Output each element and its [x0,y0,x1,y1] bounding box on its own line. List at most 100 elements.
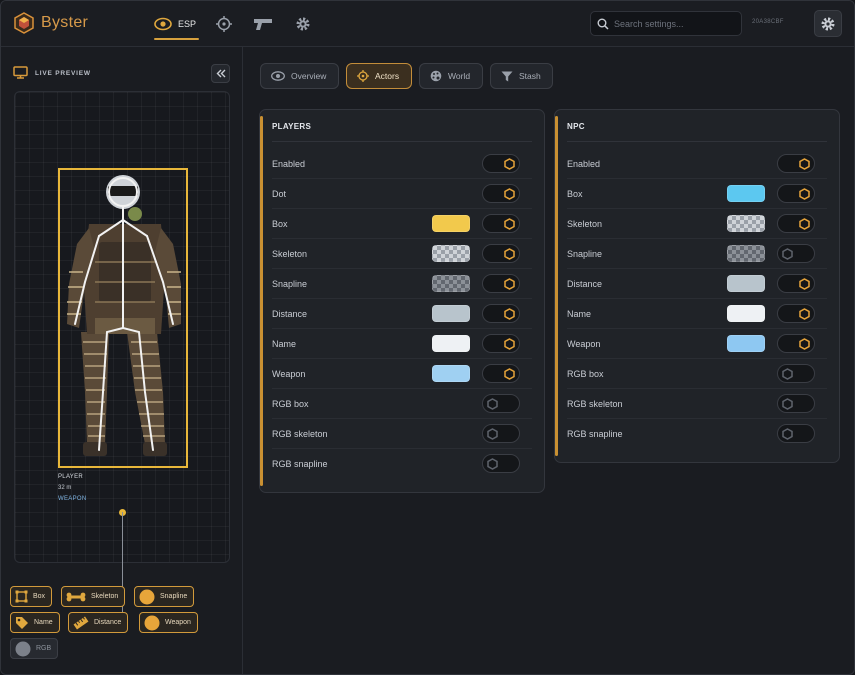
players-row-label: RGB skeleton [272,429,328,439]
tab-actors[interactable]: Actors [346,63,412,89]
npc-row-label: RGB skeleton [567,399,623,409]
toggle-snapline[interactable] [777,244,815,263]
color-swatch-snapline[interactable] [432,275,470,292]
color-swatch-distance[interactable] [432,305,470,322]
npc-row-label: Weapon [567,339,601,349]
toggle-distance[interactable] [777,274,815,293]
npc-title: NPC [567,122,585,131]
color-swatch-distance[interactable] [727,275,765,292]
players-row-name: Name [272,329,532,359]
players-row-snapline: Snapline [272,269,532,299]
toggle-rgb-skeleton[interactable] [482,424,520,443]
chip-rgb[interactable]: RGB [10,638,59,659]
toggle-box[interactable] [777,184,815,203]
players-row-label: RGB snapline [272,459,328,469]
dot-icon [15,641,31,656]
npc-row-distance: Distance [567,269,827,299]
toggle-snapline[interactable] [482,274,520,293]
color-swatch-name[interactable] [432,335,470,352]
chip-box[interactable]: Box [10,586,53,607]
players-row-label: Snapline [272,279,308,289]
tab-esp[interactable]: ESP [154,12,196,36]
collapse-panel-button[interactable] [211,64,230,83]
toggle-skeleton[interactable] [777,214,815,233]
tab-world[interactable]: World [419,63,483,89]
chip-skeleton-label: Skeleton [91,593,119,600]
active-tab-indicator [154,38,199,40]
toggle-rgb-snapline[interactable] [777,424,815,443]
esp-bounding-box [58,168,188,468]
toggle-rgb-box[interactable] [482,394,520,413]
search-input[interactable] [614,18,734,29]
build-id: 20A38CBF [752,19,784,25]
toggle-rgb-skeleton[interactable] [777,394,815,413]
toggle-box[interactable] [482,214,520,233]
tab-aim[interactable] [216,12,232,36]
app-title: Byster [41,14,89,31]
color-swatch-weapon[interactable] [727,335,765,352]
players-row-label: Distance [272,309,308,319]
hexagon-icon [487,397,498,410]
toggle-knob [797,186,812,201]
main-content: Overview Actors World Stash PLAYERS Enab… [244,47,854,674]
tab-stash[interactable]: Stash [490,63,553,89]
hexagon-icon [504,307,515,320]
color-swatch-snapline[interactable] [727,245,765,262]
color-swatch-box[interactable] [432,215,470,232]
toggle-distance[interactable] [482,304,520,323]
color-swatch-box[interactable] [727,185,765,202]
chevrons-left-icon [216,69,225,78]
toggle-enabled[interactable] [777,154,815,173]
toggle-knob [780,246,795,261]
tab-settings[interactable] [295,12,311,36]
color-swatch-skeleton[interactable] [727,215,765,232]
settings-button[interactable] [814,10,842,37]
player-weapon: WEAPON [58,496,87,502]
search-box[interactable] [590,11,742,36]
players-row-skeleton: Skeleton [272,239,532,269]
tab-overview[interactable]: Overview [260,63,339,89]
color-swatch-weapon[interactable] [432,365,470,382]
chip-distance[interactable]: Distance [68,612,129,633]
npc-row-skeleton: Skeleton [567,209,827,239]
npc-row-weapon: Weapon [567,329,827,359]
toggle-rgb-box[interactable] [777,364,815,383]
players-row-label: RGB box [272,399,309,409]
players-row-label: Weapon [272,369,306,379]
hexagon-icon [504,187,515,200]
palette-icon [430,70,442,82]
chip-skeleton[interactable]: Skeleton [61,586,126,607]
color-swatch-skeleton[interactable] [432,245,470,262]
hexagon-icon [504,217,515,230]
toggle-name[interactable] [482,334,520,353]
players-row-weapon: Weapon [272,359,532,389]
tab-weapons[interactable] [253,12,273,36]
npc-row-label: Name [567,309,592,319]
player-distance: 32 m [58,485,72,491]
npc-row-rgb-snapline: RGB snapline [567,419,827,449]
toggle-knob [797,216,812,231]
chip-weapon[interactable]: Weapon [139,612,198,633]
hexagon-icon [782,367,793,380]
crosshair-icon [216,16,232,32]
toggle-weapon[interactable] [482,364,520,383]
toggle-name[interactable] [777,304,815,323]
box-icon [15,590,28,603]
chip-snapline[interactable]: Snapline [134,586,195,607]
players-row-distance: Distance [272,299,532,329]
toggle-knob [797,156,812,171]
toggle-knob [502,156,517,171]
toggle-skeleton[interactable] [482,244,520,263]
color-swatch-name[interactable] [727,305,765,322]
eye-icon [154,17,172,31]
toggle-dot[interactable] [482,184,520,203]
npc-row-label: Enabled [567,159,601,169]
npc-row-box: Box [567,179,827,209]
chip-weapon-label: Weapon [165,619,191,626]
toggle-rgb-snapline[interactable] [482,454,520,473]
toggle-weapon[interactable] [777,334,815,353]
toggle-enabled[interactable] [482,154,520,173]
chip-name[interactable]: Name [10,612,60,633]
tab-esp-label: ESP [178,19,197,29]
hexagon-icon [504,367,515,380]
